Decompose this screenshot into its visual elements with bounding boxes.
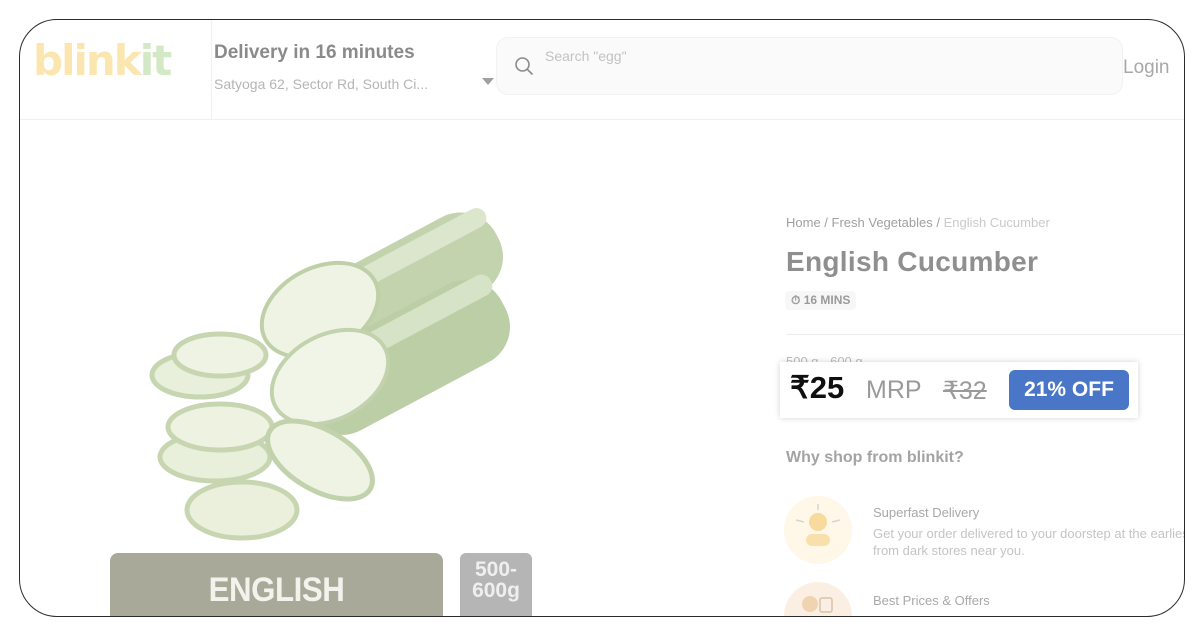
offers-icon [784, 582, 852, 616]
mrp-label: MRP [866, 376, 922, 404]
product-image-size-label: 500- 600g [460, 553, 532, 616]
product-title: English Cucumber [786, 246, 1039, 277]
search-bar[interactable]: Search "egg" [496, 37, 1123, 95]
feature-title: Best Prices & Offers [873, 593, 990, 608]
search-icon [515, 57, 533, 75]
why-shop-heading: Why shop from blinkit? [786, 449, 964, 466]
breadcrumb-separator: / [820, 215, 832, 230]
header-divider [211, 20, 212, 120]
breadcrumb-separator: / [932, 215, 944, 230]
product-image-size-text: 500- 600g [472, 558, 520, 602]
feature-description: Get your order delivered to your doorste… [873, 526, 1185, 558]
login-button[interactable]: Login [1123, 57, 1170, 79]
delivery-eta-badge: ⏱ 16 MINS [785, 291, 857, 310]
discount-badge: 21% OFF [1009, 370, 1129, 410]
chevron-down-icon[interactable] [482, 78, 494, 85]
blinkit-logo[interactable]: blinkit [33, 40, 172, 82]
logo-part-blink: blink [33, 36, 142, 85]
price-card: ₹25 MRP ₹32 21% OFF [780, 362, 1138, 418]
delivery-person-icon [784, 496, 852, 564]
breadcrumb-current: English Cucumber [943, 215, 1050, 230]
product-image [149, 208, 510, 541]
product-image-label: ENGLISH CUCUMBER [110, 553, 443, 616]
delivery-time-title[interactable]: Delivery in 16 minutes [214, 42, 415, 64]
search-placeholder: Search "egg" [545, 48, 627, 64]
page-frame: blinkit Delivery in 16 minutes Satyoga 6… [19, 19, 1185, 617]
header: blinkit Delivery in 16 minutes Satyoga 6… [20, 20, 1184, 120]
breadcrumb: Home / Fresh Vegetables / English Cucumb… [786, 215, 1050, 230]
timer-icon: ⏱ [791, 293, 801, 307]
eta-text: 16 MINS [803, 293, 851, 307]
product-image-label-text: ENGLISH CUCUMBER [187, 571, 366, 616]
breadcrumb-category[interactable]: Fresh Vegetables [832, 215, 933, 230]
mrp-value: ₹32 [943, 377, 987, 405]
logo-part-it: it [139, 36, 173, 85]
breadcrumb-home[interactable]: Home [786, 215, 821, 230]
selling-price: ₹25 [790, 370, 845, 405]
feature-title: Superfast Delivery [873, 505, 980, 520]
delivery-address[interactable]: Satyoga 62, Sector Rd, South Ci... [214, 76, 428, 92]
section-divider [786, 334, 1184, 335]
